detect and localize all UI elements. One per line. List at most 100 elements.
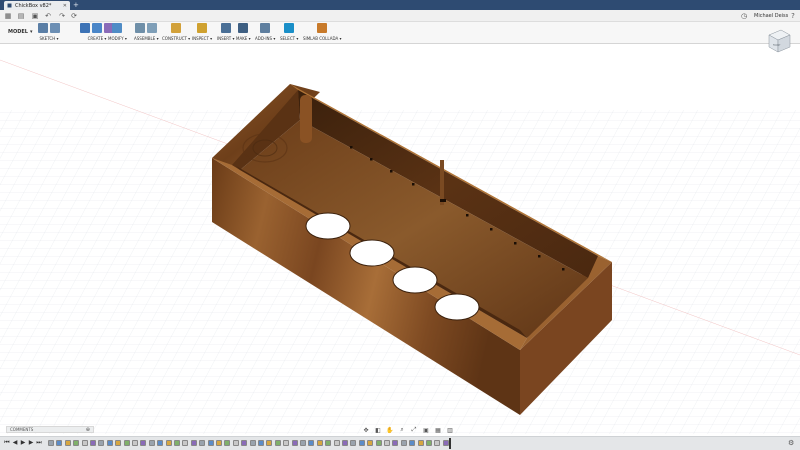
toolbar-group-label[interactable]: MODIFY ▾ (108, 36, 127, 41)
timeline-feature[interactable] (140, 440, 147, 446)
timeline-feature[interactable] (358, 440, 365, 446)
toolbar-tool-icon[interactable] (112, 23, 123, 33)
toolbar-tool-icon[interactable] (260, 23, 271, 33)
timeline-feature[interactable] (249, 440, 256, 446)
toolbar-group-7[interactable]: MAKE ▾ (236, 23, 251, 41)
timeline-feature[interactable] (174, 440, 180, 446)
toolbar-group-10[interactable]: SIMLAB COLLADA ▾ (303, 23, 342, 41)
toolbar-tool-icon[interactable] (80, 23, 90, 33)
workspace-switcher[interactable]: MODEL ▾ (8, 27, 33, 37)
help-icon[interactable]: ? (789, 12, 797, 20)
save-icon[interactable]: ▣ (31, 12, 39, 20)
timeline-feature[interactable] (132, 440, 138, 446)
toolbar-group-6[interactable]: INSERT ▾ (217, 23, 234, 41)
timeline-feature[interactable] (56, 440, 63, 446)
toolbar-group-label[interactable]: MAKE ▾ (236, 36, 251, 41)
timeline-feature[interactable] (199, 440, 206, 446)
timeline-feature[interactable] (417, 440, 424, 446)
timeline-feature[interactable] (333, 440, 340, 446)
grid-settings-icon[interactable]: ▦ (434, 427, 442, 434)
toolbar-group-0[interactable]: SKETCH ▾ (38, 23, 60, 41)
timeline-feature[interactable] (165, 440, 172, 446)
display-settings-icon[interactable]: ▣ (422, 427, 430, 434)
timeline-feature[interactable] (283, 440, 290, 446)
timeline-feature[interactable] (342, 440, 348, 446)
new-tab-button[interactable]: + (73, 1, 79, 9)
timeline-feature[interactable] (98, 440, 105, 446)
timeline-feature[interactable] (241, 440, 248, 446)
timeline-feature[interactable] (216, 440, 222, 446)
refresh-icon[interactable]: ⟳ (70, 12, 78, 20)
timeline-feature[interactable] (325, 440, 332, 446)
user-name[interactable]: Michael Deiss (754, 13, 788, 19)
go-to-end-icon[interactable]: ⏭ (36, 439, 42, 447)
look-at-icon[interactable]: ◧ (374, 427, 382, 434)
timeline-feature[interactable] (300, 440, 306, 446)
timeline-feature[interactable] (316, 440, 323, 446)
play-icon[interactable]: ▶ (20, 439, 26, 446)
go-to-start-icon[interactable]: ⏮ (4, 439, 10, 447)
timeline-feature[interactable] (190, 440, 197, 446)
toolbar-group-label[interactable]: INSERT ▾ (217, 36, 234, 41)
add-comment-icon[interactable]: ⊕ (86, 427, 90, 433)
toolbar-group-label[interactable]: CREATE ▾ (88, 36, 107, 41)
toolbar-tool-icon[interactable] (50, 23, 60, 33)
toolbar-group-5[interactable]: INSPECT ▾ (192, 23, 212, 41)
toolbar-group-9[interactable]: SELECT ▾ (280, 23, 298, 41)
3d-viewport[interactable] (0, 44, 800, 434)
toolbar-group-label[interactable]: ADD-INS ▾ (255, 36, 275, 41)
timeline-feature[interactable] (224, 440, 231, 446)
timeline-feature[interactable] (392, 440, 399, 446)
timeline-feature[interactable] (375, 440, 382, 446)
timeline-feature[interactable] (90, 440, 96, 446)
step-back-icon[interactable]: ◀ (12, 439, 18, 446)
timeline-marker[interactable] (449, 438, 451, 449)
timeline-feature[interactable] (400, 440, 407, 446)
toolbar-group-4[interactable]: CONSTRUCT ▾ (162, 23, 190, 41)
viewcube[interactable]: FRONT (765, 28, 793, 54)
pan-icon[interactable]: ✋ (386, 427, 394, 434)
zoom-icon[interactable]: ⌕ (398, 426, 406, 434)
timeline-feature[interactable] (157, 440, 164, 446)
timeline-feature[interactable] (48, 440, 54, 446)
toolbar-tool-icon[interactable] (197, 23, 208, 33)
timeline-feature[interactable] (115, 440, 122, 446)
step-forward-icon[interactable]: ▶ (28, 439, 34, 446)
orbit-icon[interactable]: ✥ (362, 427, 370, 434)
timeline-feature[interactable] (434, 440, 441, 446)
grid-icon[interactable]: ▦ (4, 12, 12, 20)
clock-icon[interactable]: ◷ (740, 12, 748, 20)
timeline-feature[interactable] (148, 440, 155, 446)
timeline-feature[interactable] (106, 440, 113, 446)
timeline-feature[interactable] (274, 440, 281, 446)
toolbar-group-label[interactable]: INSPECT ▾ (192, 36, 212, 41)
toolbar-tool-icon[interactable] (92, 23, 102, 33)
toolbar-tool-icon[interactable] (135, 23, 146, 33)
toolbar-group-label[interactable]: SIMLAB COLLADA ▾ (303, 36, 342, 41)
toolbar-tool-icon[interactable] (38, 23, 48, 33)
toolbar-group-label[interactable]: SELECT ▾ (280, 36, 298, 41)
toolbar-tool-icon[interactable] (171, 23, 182, 33)
timeline-feature[interactable] (232, 440, 239, 446)
toolbar-tool-icon[interactable] (220, 23, 231, 33)
timeline-feature[interactable] (64, 440, 71, 446)
redo-icon[interactable]: ↷ (58, 12, 66, 20)
toolbar-group-8[interactable]: ADD-INS ▾ (255, 23, 275, 41)
toolbar-group-label[interactable]: ASSEMBLE ▾ (134, 36, 159, 41)
toolbar-tool-icon[interactable] (284, 23, 295, 33)
toolbar-tool-icon[interactable] (147, 23, 158, 33)
timeline-feature[interactable] (350, 440, 357, 446)
toolbar-tool-icon[interactable] (317, 23, 328, 33)
timeline-feature[interactable] (258, 440, 264, 446)
viewports-icon[interactable]: ▥ (446, 427, 454, 434)
comments-panel[interactable]: COMMENTS ⊕ (6, 426, 94, 433)
toolbar-group-3[interactable]: ASSEMBLE ▾ (134, 23, 159, 41)
toolbar-tool-icon[interactable] (238, 23, 249, 33)
timeline-feature[interactable] (266, 440, 273, 446)
file-icon[interactable]: ▤ (17, 12, 25, 20)
timeline-feature[interactable] (81, 440, 88, 446)
timeline-feature[interactable] (426, 440, 432, 446)
timeline-feature[interactable] (123, 440, 130, 446)
toolbar-group-label[interactable]: CONSTRUCT ▾ (162, 36, 190, 41)
document-tab[interactable]: ChickBox v82* ✕ (4, 1, 70, 10)
